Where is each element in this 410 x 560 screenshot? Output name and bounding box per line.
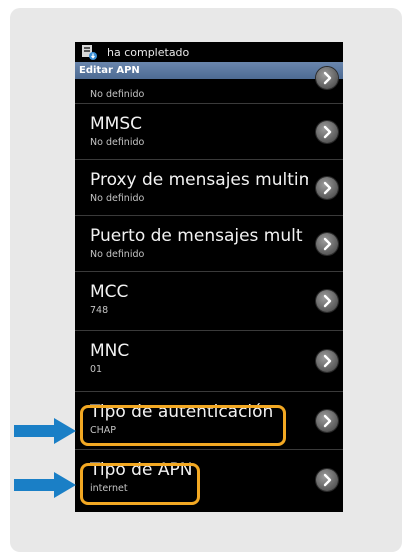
arrow-right-icon xyxy=(14,472,76,498)
chevron-right-icon[interactable] xyxy=(316,469,338,491)
list-item-subtitle: No definido xyxy=(90,249,145,260)
list-item-subtitle: No definido xyxy=(90,137,145,148)
list-item-subtitle: 01 xyxy=(90,364,103,375)
list-item-subtitle: 748 xyxy=(90,305,109,316)
chevron-right-icon[interactable] xyxy=(316,67,338,89)
chevron-right-icon[interactable] xyxy=(316,121,338,143)
list-item-subtitle: No definido xyxy=(90,193,145,204)
list-item-title: MNC xyxy=(90,341,130,361)
chevron-right-icon[interactable] xyxy=(316,177,338,199)
chevron-right-icon[interactable] xyxy=(316,290,338,312)
list-item-title: MCC xyxy=(90,282,129,302)
list-item-mmsc[interactable]: MMSC No definido xyxy=(75,104,343,160)
list-item-partial[interactable]: No definido xyxy=(75,59,343,104)
list-item-mms-port[interactable]: Puerto de mensajes mult No definido xyxy=(75,216,343,272)
list-item-title: Proxy de mensajes multim xyxy=(90,170,308,190)
list-item-title: Puerto de mensajes mult xyxy=(90,226,303,246)
download-icon xyxy=(81,44,97,60)
list-item-mms-proxy[interactable]: Proxy de mensajes multim No definido xyxy=(75,160,343,216)
list-item-mcc[interactable]: MCC 748 xyxy=(75,272,343,331)
notification-text: ha completado xyxy=(107,45,190,59)
highlight-auth-type xyxy=(80,405,286,446)
highlight-apn-type xyxy=(80,463,200,505)
chevron-right-icon[interactable] xyxy=(316,410,338,432)
chevron-right-icon[interactable] xyxy=(316,350,338,372)
list-item-mnc[interactable]: MNC 01 xyxy=(75,331,343,392)
arrow-right-icon xyxy=(14,418,76,444)
list-item-title: MMSC xyxy=(90,114,142,134)
list-item-subtitle: No definido xyxy=(90,89,145,100)
chevron-right-icon[interactable] xyxy=(316,233,338,255)
